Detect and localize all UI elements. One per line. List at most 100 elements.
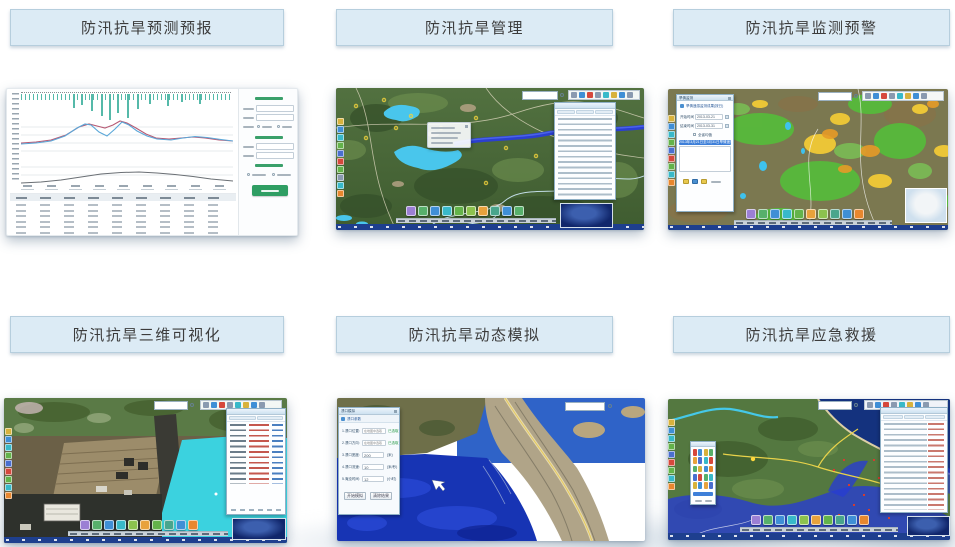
measure-icon[interactable] bbox=[867, 402, 873, 408]
layer-tree[interactable] bbox=[884, 423, 927, 510]
card-forecast[interactable]: 防汛抗旱预测预报 bbox=[10, 9, 284, 46]
toolbar-icon[interactable] bbox=[5, 484, 12, 491]
thumb-rescue-screenshot[interactable] bbox=[668, 399, 950, 540]
dock-icon[interactable] bbox=[466, 206, 476, 216]
dock-icon[interactable] bbox=[842, 209, 852, 219]
calendar-icon[interactable] bbox=[725, 115, 729, 119]
dock-icon[interactable] bbox=[188, 520, 198, 530]
toolbar-icon[interactable] bbox=[668, 139, 675, 146]
toolbar-icon[interactable] bbox=[668, 467, 675, 474]
toolbar-icon[interactable] bbox=[337, 190, 344, 197]
radio-option[interactable] bbox=[272, 173, 275, 176]
toolbar-icon[interactable] bbox=[668, 147, 675, 154]
close-icon[interactable] bbox=[394, 410, 397, 413]
dock-icon[interactable] bbox=[104, 520, 114, 530]
dock-icon[interactable] bbox=[406, 206, 416, 216]
selected-result-item[interactable]: 2013年3月21日至3月31日旱情遥感监测成果 bbox=[679, 140, 731, 145]
dock-icon[interactable] bbox=[794, 209, 804, 219]
sim-pick-input[interactable]: 在地图中选取 bbox=[362, 428, 386, 434]
dock-icon[interactable] bbox=[782, 209, 792, 219]
dock-icon[interactable] bbox=[818, 209, 828, 219]
layers-icon[interactable] bbox=[889, 93, 895, 99]
dock-icon[interactable] bbox=[430, 206, 440, 216]
dock-icon[interactable] bbox=[176, 520, 186, 530]
overview-map[interactable] bbox=[232, 518, 286, 540]
dock-icon[interactable] bbox=[799, 515, 809, 525]
toolbar-icon[interactable] bbox=[5, 492, 12, 499]
toolbar-icon[interactable] bbox=[337, 134, 344, 141]
toolbar-icon[interactable] bbox=[337, 126, 344, 133]
layer-panel-tabs[interactable] bbox=[555, 109, 615, 116]
symbol-palette[interactable] bbox=[690, 441, 716, 505]
measure-icon[interactable] bbox=[865, 93, 871, 99]
card-rescue[interactable]: 防汛抗旱应急救援 bbox=[673, 316, 950, 353]
toolbar-icon[interactable] bbox=[5, 436, 12, 443]
home-icon[interactable] bbox=[627, 92, 633, 98]
close-icon[interactable] bbox=[465, 125, 468, 128]
pager[interactable] bbox=[231, 509, 281, 511]
dock-icon[interactable] bbox=[454, 206, 464, 216]
toolbar-icon[interactable] bbox=[668, 419, 675, 426]
start-time-input[interactable] bbox=[256, 143, 294, 150]
search-input[interactable] bbox=[818, 401, 852, 410]
radio-option[interactable] bbox=[277, 125, 280, 128]
dock-icon[interactable] bbox=[92, 520, 102, 530]
layer-panel-tabs[interactable] bbox=[881, 414, 947, 421]
layer-panel[interactable] bbox=[554, 102, 616, 200]
dock-icon[interactable] bbox=[835, 515, 845, 525]
end-time-input[interactable] bbox=[256, 152, 294, 159]
toolbar-icon[interactable] bbox=[337, 158, 344, 165]
marker-icon[interactable] bbox=[587, 92, 593, 98]
dock-icon[interactable] bbox=[806, 209, 816, 219]
panel-tabs[interactable] bbox=[227, 415, 285, 422]
thumb-monitoring-screenshot[interactable]: 旱情监测 旱情遥感监测成果(按日) 开始时间 2013-03-21 结束时间 2… bbox=[668, 89, 948, 230]
scheme-select[interactable] bbox=[256, 114, 294, 121]
result-list[interactable] bbox=[679, 146, 731, 172]
toolbar-icon[interactable] bbox=[5, 460, 12, 467]
dock-icon[interactable] bbox=[830, 209, 840, 219]
export-button[interactable] bbox=[701, 179, 707, 184]
run-forecast-button[interactable] bbox=[252, 185, 288, 196]
end-date-input[interactable]: 2013-03-31 bbox=[695, 123, 723, 129]
measure-icon[interactable] bbox=[203, 402, 209, 408]
overview-map[interactable] bbox=[907, 516, 950, 536]
sim-pick-status[interactable]: 已选取 bbox=[388, 441, 400, 446]
toolbar-icon[interactable] bbox=[668, 451, 675, 458]
sim-dialog[interactable]: 溃口模拟 溃口参数 1.溃口位置: 在地图中选取 已选取 2.溃口方向: 在地图… bbox=[338, 407, 400, 515]
thumb-forecast-screenshot[interactable] bbox=[6, 88, 298, 236]
play-button[interactable] bbox=[692, 179, 698, 184]
dock-icon[interactable] bbox=[758, 209, 768, 219]
sim-width-input[interactable]: 200 bbox=[362, 452, 384, 458]
dock-icon[interactable] bbox=[128, 520, 138, 530]
toolbar-icon[interactable] bbox=[668, 427, 675, 434]
overview-map[interactable] bbox=[905, 188, 947, 223]
sim-pick-input[interactable]: 在地图中选取 bbox=[362, 440, 386, 446]
sim-pick-status[interactable]: 已选取 bbox=[388, 429, 400, 434]
marker-icon[interactable] bbox=[881, 93, 887, 99]
thumb-management-screenshot[interactable] bbox=[336, 88, 644, 230]
card-simulation[interactable]: 防汛抗旱动态模拟 bbox=[336, 316, 613, 353]
dock-icon[interactable] bbox=[775, 515, 785, 525]
forecast-data-table[interactable] bbox=[10, 193, 236, 234]
toolbar-icon[interactable] bbox=[5, 428, 12, 435]
print-icon[interactable] bbox=[619, 92, 625, 98]
pan-icon[interactable] bbox=[579, 92, 585, 98]
toolbar-icon[interactable] bbox=[5, 452, 12, 459]
toolbar-icon[interactable] bbox=[668, 163, 675, 170]
search-input[interactable] bbox=[154, 401, 188, 410]
dock-icon[interactable] bbox=[116, 520, 126, 530]
toolbar-icon[interactable] bbox=[337, 150, 344, 157]
dock-icon[interactable] bbox=[770, 209, 780, 219]
legend-button[interactable] bbox=[683, 179, 689, 184]
dock-icon[interactable] bbox=[763, 515, 773, 525]
monitor-dialog[interactable]: 旱情监测 旱情遥感监测成果(按日) 开始时间 2013-03-21 结束时间 2… bbox=[676, 94, 734, 212]
toolbar-icon[interactable] bbox=[337, 142, 344, 149]
dock-icon[interactable] bbox=[859, 515, 869, 525]
close-icon[interactable] bbox=[728, 97, 731, 100]
toolbar-icon[interactable] bbox=[337, 118, 344, 125]
toolbar-icon[interactable] bbox=[337, 182, 344, 189]
dock-icon[interactable] bbox=[478, 206, 488, 216]
dock-icon[interactable] bbox=[514, 206, 524, 216]
pan-icon[interactable] bbox=[211, 402, 217, 408]
measure-icon[interactable] bbox=[571, 92, 577, 98]
